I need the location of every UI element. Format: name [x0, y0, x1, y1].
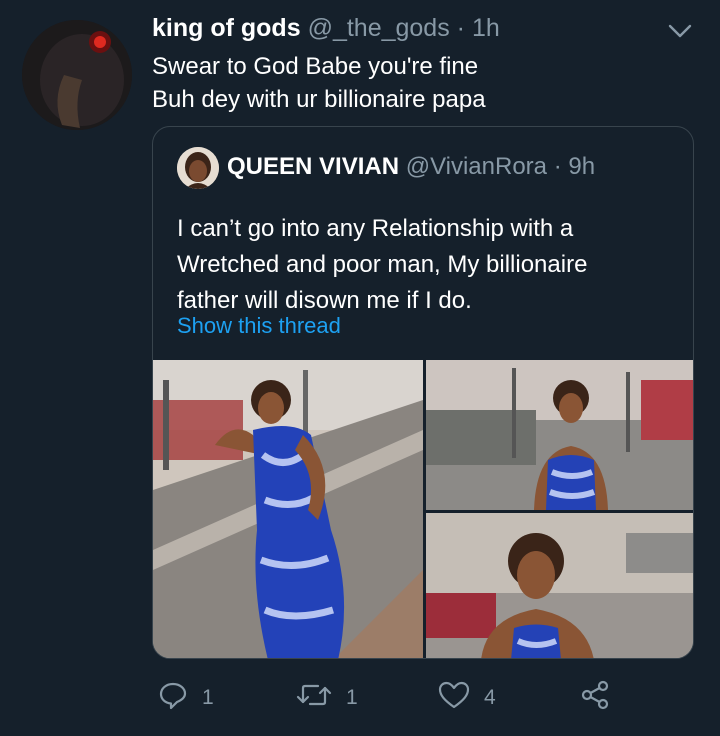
quoted-author-handle[interactable]: @VivianRora [406, 153, 547, 180]
share-button[interactable] [580, 680, 610, 715]
tweet-actions: 1 1 4 [0, 670, 720, 720]
retweet-button[interactable]: 1 [296, 680, 358, 715]
show-thread-link[interactable]: Show this thread [177, 313, 341, 339]
quoted-photo-2[interactable] [426, 360, 693, 510]
quoted-author-name[interactable]: QUEEN VIVIAN [227, 153, 399, 180]
quoted-text-line: Wretched and poor man, My billionaire [177, 251, 588, 278]
quoted-header: QUEEN VIVIAN @VivianRora · 9h [227, 153, 595, 181]
quoted-text: I can’t go into any Relationship with a … [177, 211, 587, 319]
tweet-time[interactable]: 1h [472, 14, 500, 42]
share-icon [580, 680, 610, 715]
retweet-count: 1 [346, 685, 358, 709]
like-button[interactable]: 4 [438, 680, 496, 715]
retweet-icon [296, 680, 332, 715]
reply-count: 1 [202, 685, 214, 709]
quoted-avatar-image [177, 147, 219, 189]
quoted-avatar[interactable] [177, 147, 219, 189]
quoted-photo-1[interactable] [153, 360, 423, 658]
quoted-time[interactable]: 9h [568, 153, 595, 180]
reply-button[interactable]: 1 [158, 680, 214, 715]
author-handle[interactable]: @_the_gods [308, 14, 450, 42]
chevron-down-icon[interactable] [667, 18, 693, 44]
tweet-header: king of gods @_the_gods · 1h [152, 14, 500, 43]
quoted-text-line: I can’t go into any Relationship with a [177, 215, 574, 242]
quoted-tweet[interactable]: QUEEN VIVIAN @VivianRora · 9h I can’t go… [152, 126, 694, 659]
header-separator: · [456, 14, 465, 42]
reply-icon [158, 680, 188, 715]
tweet-text-line: Swear to God Babe you're fine [152, 53, 479, 80]
tweet-text: Swear to God Babe you're fine Buh dey wi… [152, 50, 486, 116]
quoted-separator: · [553, 153, 562, 180]
like-count: 4 [484, 685, 496, 709]
author-avatar[interactable] [22, 20, 132, 130]
tweet-text-line: Buh dey with ur billionaire papa [152, 86, 486, 113]
quoted-photo-3[interactable] [426, 513, 693, 658]
author-name[interactable]: king of gods [152, 14, 301, 42]
heart-icon [438, 680, 470, 715]
avatar-image [22, 20, 132, 130]
